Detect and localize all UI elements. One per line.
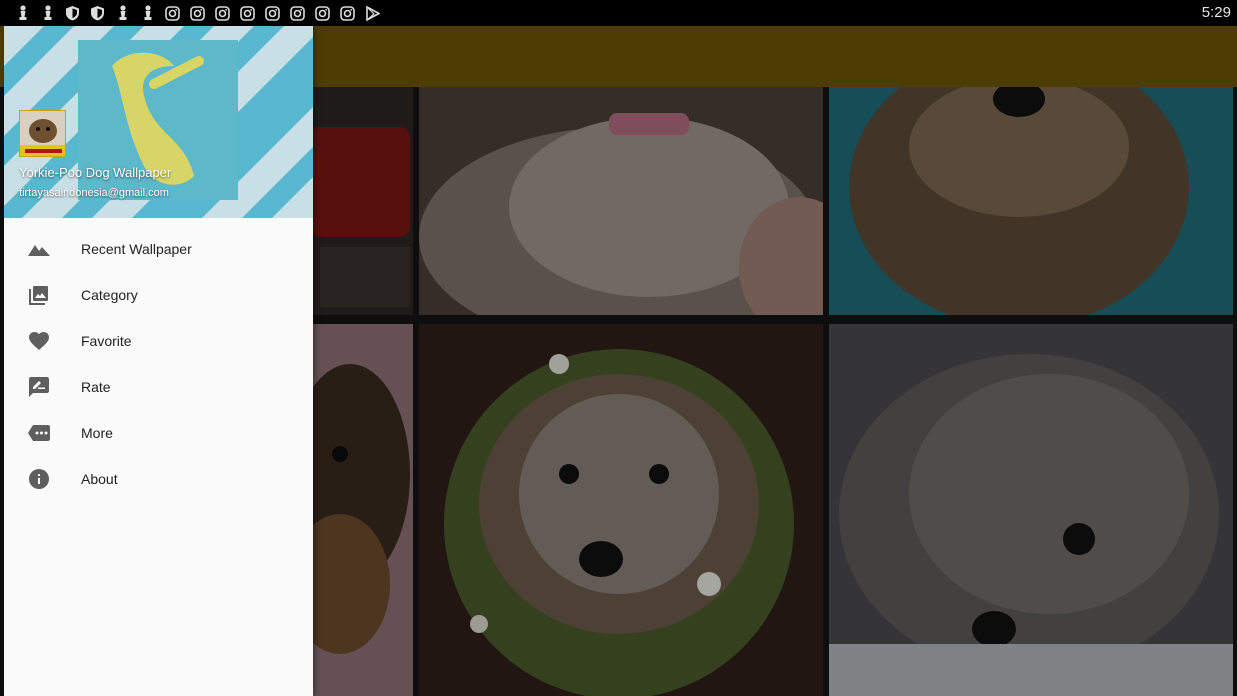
instagram-icon	[289, 5, 306, 22]
menu-item-label: Rate	[81, 379, 111, 395]
photo-library-icon	[28, 284, 50, 306]
chess-pawn-icon	[114, 5, 131, 22]
status-time: 5:29	[1201, 4, 1231, 21]
instagram-icon	[239, 5, 256, 22]
wallpaper-tile[interactable]	[419, 87, 823, 315]
menu-item-category[interactable]: Category	[4, 272, 313, 318]
instagram-icon	[264, 5, 281, 22]
menu-item-label: About	[81, 471, 118, 487]
landscape-icon	[28, 238, 50, 260]
navigation-drawer: Yorkie-Poo Dog Wallpaper tirtayasaindone…	[4, 26, 313, 696]
wallpaper-tile[interactable]	[300, 324, 413, 696]
status-bar: 5:29	[0, 0, 1237, 26]
shield-icon	[89, 5, 106, 22]
account-email: tirtayasaindonesia@gmail.com	[19, 187, 169, 199]
menu-item-recent-wallpaper[interactable]: Recent Wallpaper	[4, 226, 313, 272]
chess-pawn-icon	[139, 5, 156, 22]
play-store-icon	[364, 5, 381, 22]
app-name: Yorkie-Poo Dog Wallpaper	[19, 165, 172, 180]
menu-item-label: Favorite	[81, 333, 132, 349]
notification-icons	[0, 5, 381, 22]
more-label-icon	[28, 422, 50, 444]
chess-pawn-icon	[39, 5, 56, 22]
avatar	[19, 110, 66, 157]
shield-icon	[64, 5, 81, 22]
instagram-icon	[314, 5, 331, 22]
instagram-icon	[214, 5, 231, 22]
chess-pawn-icon	[14, 5, 31, 22]
instagram-icon	[189, 5, 206, 22]
drawer-header: Yorkie-Poo Dog Wallpaper tirtayasaindone…	[4, 26, 313, 218]
menu-item-label: More	[81, 425, 113, 441]
instagram-icon	[164, 5, 181, 22]
menu-item-rate[interactable]: Rate	[4, 364, 313, 410]
wallpaper-tile[interactable]	[829, 324, 1233, 696]
menu-item-label: Recent Wallpaper	[81, 241, 192, 257]
menu-item-label: Category	[81, 287, 138, 303]
menu-item-favorite[interactable]: Favorite	[4, 318, 313, 364]
heart-icon	[28, 330, 50, 352]
drawer-menu: Recent Wallpaper Category Favorite Rate …	[4, 226, 313, 502]
wallpaper-tile[interactable]	[300, 87, 413, 315]
menu-item-about[interactable]: About	[4, 456, 313, 502]
rate-review-icon	[28, 376, 50, 398]
wallpaper-tile[interactable]	[829, 87, 1233, 315]
instagram-icon	[339, 5, 356, 22]
info-icon	[28, 468, 50, 490]
menu-item-more[interactable]: More	[4, 410, 313, 456]
wallpaper-tile[interactable]	[419, 324, 823, 696]
